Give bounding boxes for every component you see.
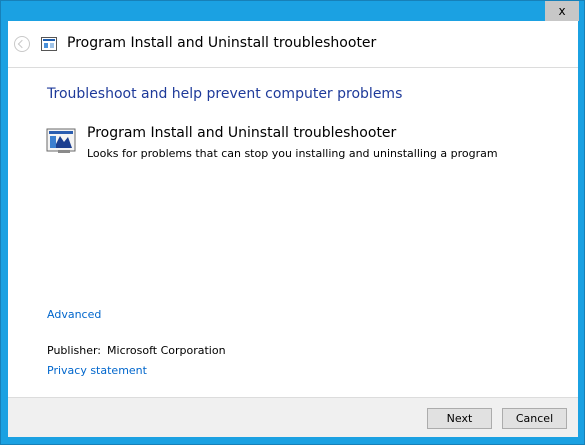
close-button[interactable]: x — [545, 1, 579, 21]
advanced-link[interactable]: Advanced — [47, 308, 101, 321]
next-button[interactable]: Next — [427, 408, 492, 429]
main-content: Troubleshoot and help prevent computer p… — [8, 67, 578, 397]
troubleshooter-small-icon — [41, 37, 57, 51]
cancel-button[interactable]: Cancel — [502, 408, 567, 429]
window-title: Program Install and Uninstall troublesho… — [67, 35, 377, 51]
publisher-value: Microsoft Corporation — [107, 344, 226, 357]
troubleshooter-icon — [46, 128, 76, 153]
title-bar: Program Install and Uninstall troublesho… — [8, 21, 578, 67]
troubleshooter-window: x Program Install and Uninstall troubles… — [0, 0, 585, 445]
troubleshooter-description: Looks for problems that can stop you ins… — [87, 147, 498, 160]
page-heading: Troubleshoot and help prevent computer p… — [47, 86, 403, 102]
button-bar: Next Cancel — [8, 397, 578, 437]
back-arrow-icon[interactable] — [14, 36, 30, 52]
publisher-label: Publisher: — [47, 344, 102, 357]
troubleshooter-name: Program Install and Uninstall troublesho… — [87, 125, 397, 141]
publisher-info: Publisher: Microsoft Corporation — [47, 344, 226, 357]
privacy-statement-link[interactable]: Privacy statement — [47, 364, 147, 377]
